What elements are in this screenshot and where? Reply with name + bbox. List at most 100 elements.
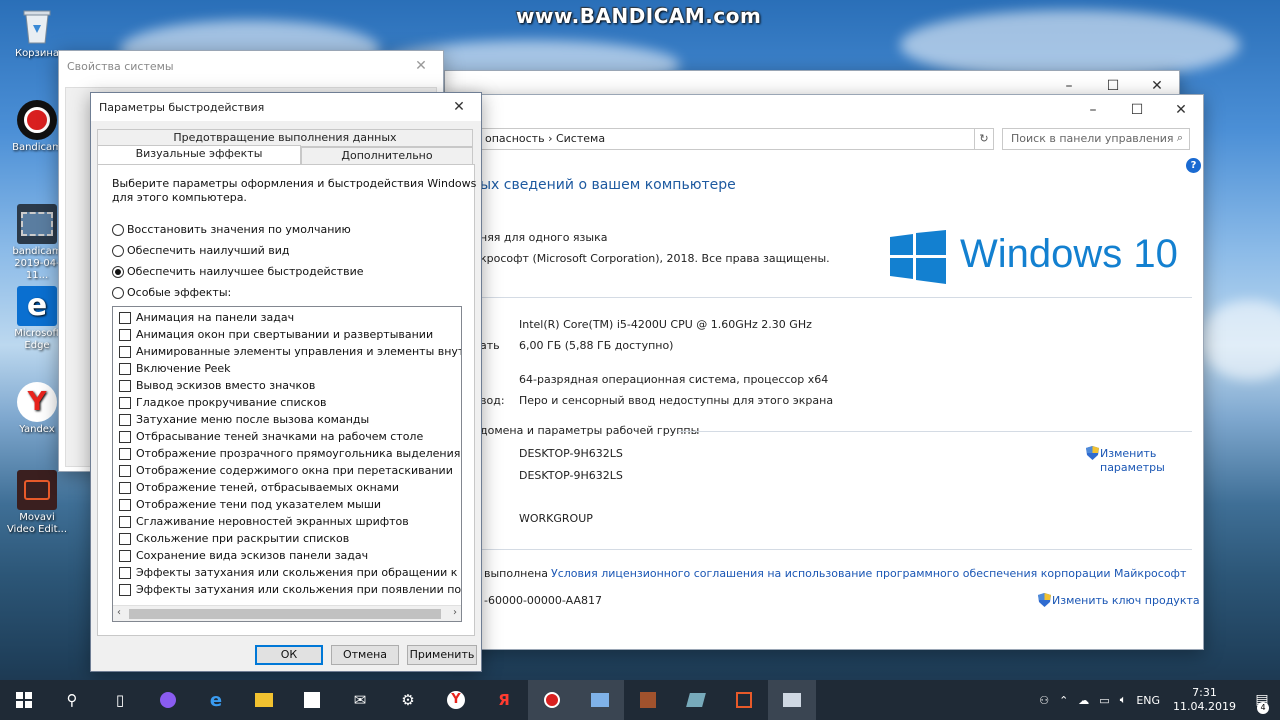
checkbox[interactable]: [119, 311, 131, 324]
search-icon[interactable]: ⚲: [48, 680, 96, 720]
minimize-icon[interactable]: –: [1071, 95, 1115, 125]
checkbox[interactable]: [119, 447, 131, 460]
checkbox[interactable]: [119, 515, 131, 528]
start-button[interactable]: [0, 680, 48, 720]
close-icon[interactable]: ✕: [1159, 95, 1203, 125]
radio-button[interactable]: [112, 244, 124, 257]
effect-checkbox-row[interactable]: Эффекты затухания или скольжения при поя…: [119, 581, 461, 598]
search-input[interactable]: Поиск в панели управления ⌕: [1002, 128, 1190, 150]
cancel-button[interactable]: Отмена: [331, 645, 399, 665]
copyright-text: крософт (Microsoft Corporation), 2018. В…: [480, 252, 830, 265]
radio-best-performance[interactable]: Обеспечить наилучшее быстродействие: [112, 265, 363, 278]
effect-checkbox-row[interactable]: Включение Peek: [119, 360, 231, 377]
yandex-icon[interactable]: Я: [480, 680, 528, 720]
notification-center-icon[interactable]: ▤ 4: [1244, 680, 1280, 720]
alice-icon[interactable]: [144, 680, 192, 720]
help-icon[interactable]: ?: [1186, 158, 1201, 173]
radio-button[interactable]: [112, 223, 124, 236]
volume-icon[interactable]: 🔈︎: [1120, 693, 1127, 707]
effect-checkbox-row[interactable]: Отображение теней, отбрасываемых окнами: [119, 479, 399, 496]
effect-checkbox-row[interactable]: Затухание меню после вызова команды: [119, 411, 369, 428]
effects-list[interactable]: Анимация на панели задач Анимация окон пр…: [112, 306, 462, 622]
edition-text: няя для одного языка: [480, 231, 608, 244]
effect-checkbox-row[interactable]: Отображение тени под указателем мыши: [119, 496, 381, 513]
checkbox[interactable]: [119, 464, 131, 477]
notification-badge: 4: [1257, 702, 1269, 714]
people-icon[interactable]: ⚇: [1039, 694, 1049, 707]
desktop-icon-movavi[interactable]: Movavi Video Edit...: [4, 470, 70, 536]
checkbox[interactable]: [119, 362, 131, 375]
maximize-icon[interactable]: ☐: [1115, 95, 1159, 125]
effect-checkbox-row[interactable]: Анимация на панели задач: [119, 309, 294, 326]
checkbox[interactable]: [119, 328, 131, 341]
checkbox[interactable]: [119, 498, 131, 511]
effect-checkbox-row[interactable]: Гладкое прокручивание списков: [119, 394, 327, 411]
clock[interactable]: 7:31 11.04.2019: [1173, 686, 1236, 714]
effect-checkbox-row[interactable]: Сглаживание неровностей экранных шрифтов: [119, 513, 409, 530]
yandex-browser-icon[interactable]: Y: [432, 680, 480, 720]
checkbox[interactable]: [119, 396, 131, 409]
effect-checkbox-row[interactable]: Вывод эскизов вместо значков: [119, 377, 315, 394]
tab-advanced[interactable]: Дополнительно: [301, 147, 473, 165]
radio-button-selected[interactable]: [112, 265, 124, 278]
tab-visual-effects[interactable]: Визуальные эффекты: [97, 145, 301, 165]
checkbox[interactable]: [119, 413, 131, 426]
effect-checkbox-row[interactable]: Эффекты затухания или скольжения при обр…: [119, 564, 461, 581]
movavi-taskbar-icon[interactable]: [720, 680, 768, 720]
radio-best-appearance[interactable]: Обеспечить наилучший вид: [112, 244, 289, 257]
checkbox[interactable]: [119, 379, 131, 392]
mail-icon[interactable]: ✉: [336, 680, 384, 720]
effect-checkbox-row[interactable]: Скольжение при раскрытии списков: [119, 530, 349, 547]
radio-button[interactable]: [112, 286, 124, 299]
apply-button[interactable]: Применить: [407, 645, 477, 665]
bandicam-icon: [17, 100, 57, 140]
close-icon[interactable]: ✕: [437, 93, 481, 121]
winrar-icon[interactable]: [624, 680, 672, 720]
checkbox[interactable]: [119, 583, 131, 596]
file-explorer-icon[interactable]: [240, 680, 288, 720]
edge-taskbar-icon[interactable]: e: [192, 680, 240, 720]
shield-icon: [1038, 593, 1051, 610]
change-product-key-link[interactable]: Изменить ключ продукта: [1052, 594, 1200, 607]
scroll-right-icon[interactable]: ›: [453, 607, 457, 618]
effect-label: Анимированные элементы управления и элем…: [136, 345, 461, 358]
control-panel-icon[interactable]: [576, 680, 624, 720]
cloud-icon[interactable]: ☁: [1078, 694, 1089, 707]
effect-checkbox-row[interactable]: Анимированные элементы управления и элем…: [119, 343, 461, 360]
effect-checkbox-row[interactable]: Анимация окон при свертывании и разверты…: [119, 326, 433, 343]
close-icon[interactable]: ✕: [399, 51, 443, 81]
scrollbar-thumb[interactable]: [129, 609, 441, 619]
radio-default[interactable]: Восстановить значения по умолчанию: [112, 223, 351, 236]
workgroup-value: WORKGROUP: [519, 512, 593, 525]
refresh-icon[interactable]: ↻: [974, 128, 994, 150]
checkbox[interactable]: [119, 549, 131, 562]
checkbox[interactable]: [119, 345, 131, 358]
horizontal-scrollbar[interactable]: ‹ ›: [113, 605, 461, 621]
system-properties-taskbar-icon[interactable]: [768, 680, 816, 720]
chevron-up-icon[interactable]: ⌃: [1059, 694, 1068, 707]
effect-label: Анимация на панели задач: [136, 311, 295, 324]
effect-checkbox-row[interactable]: Сохранение вида эскизов панели задач: [119, 547, 368, 564]
effect-checkbox-row[interactable]: Отбрасывание теней значками на рабочем с…: [119, 428, 423, 445]
effect-checkbox-row[interactable]: Отображение прозрачного прямоугольника в…: [119, 445, 460, 462]
address-bar[interactable]: опасность › Система ⌄: [476, 128, 994, 150]
checkbox[interactable]: [119, 481, 131, 494]
language-indicator[interactable]: ENG: [1136, 694, 1160, 707]
change-settings-link[interactable]: Изменить параметры: [1100, 447, 1165, 475]
app-icon[interactable]: [672, 680, 720, 720]
ok-button[interactable]: ОК: [255, 645, 323, 665]
checkbox[interactable]: [119, 430, 131, 443]
task-view-icon[interactable]: ▯: [96, 680, 144, 720]
effect-checkbox-row[interactable]: Отображение содержимого окна при перетас…: [119, 462, 453, 479]
license-terms-link[interactable]: Условия лицензионного соглашения на испо…: [551, 567, 1186, 580]
checkbox[interactable]: [119, 532, 131, 545]
checkbox[interactable]: [119, 566, 131, 579]
bandicam-taskbar-icon[interactable]: [528, 680, 576, 720]
yandex-icon: Y: [17, 382, 57, 422]
scroll-left-icon[interactable]: ‹: [117, 607, 121, 618]
store-icon[interactable]: [288, 680, 336, 720]
bandicam-watermark: www.BANDICAM.com: [516, 4, 762, 28]
radio-custom[interactable]: Особые эффекты:: [112, 286, 231, 299]
network-icon[interactable]: ▭: [1099, 694, 1109, 707]
settings-gear-icon[interactable]: ⚙: [384, 680, 432, 720]
